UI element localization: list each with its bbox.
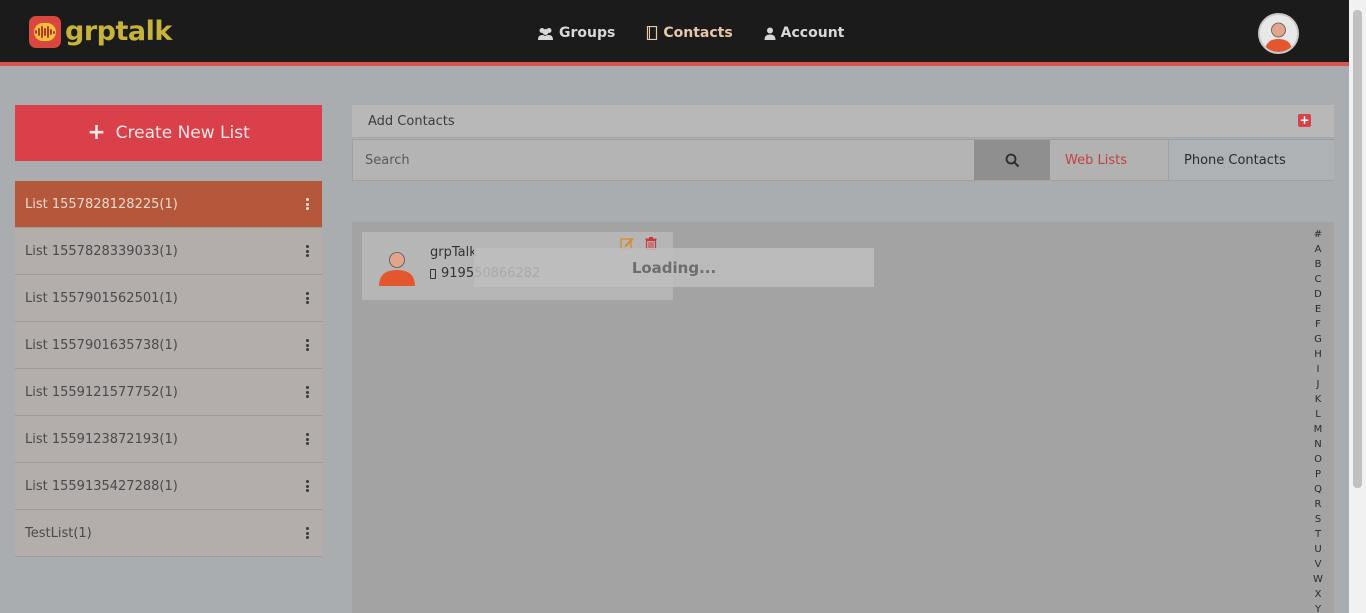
alpha-letter[interactable]: S (1315, 512, 1321, 527)
web-lists-sidebar: List 1557828128225(1) List 1557828339033… (15, 181, 322, 557)
page-scrollbar[interactable] (1349, 0, 1366, 613)
alpha-letter[interactable]: B (1315, 257, 1322, 272)
nav-groups[interactable]: Groups (537, 23, 615, 43)
scrollbar-thumb[interactable] (1353, 10, 1362, 488)
alpha-letter[interactable]: R (1315, 497, 1322, 512)
kebab-menu-icon[interactable] (306, 527, 309, 539)
kebab-menu-icon[interactable] (306, 386, 309, 398)
kebab-menu-icon[interactable] (306, 198, 309, 210)
alpha-letter[interactable]: E (1315, 302, 1321, 317)
add-contacts-title: Add Contacts (368, 114, 455, 129)
kebab-menu-icon[interactable] (306, 245, 309, 257)
alpha-letter[interactable]: Q (1314, 482, 1322, 497)
list-item-label: List 1559123872193(1) (25, 431, 178, 447)
alpha-letter[interactable]: M (1314, 422, 1323, 437)
alpha-letter[interactable]: Y (1315, 602, 1321, 613)
contact-avatar (377, 246, 417, 286)
list-item-label: TestList(1) (25, 525, 92, 541)
list-item-label: List 1557901635738(1) (25, 337, 178, 353)
loading-overlay: Loading... (474, 248, 874, 287)
alpha-letter[interactable]: L (1315, 407, 1321, 422)
profile-avatar[interactable] (1258, 13, 1299, 54)
alpha-letter[interactable]: P (1315, 467, 1321, 482)
alpha-letter[interactable]: F (1315, 317, 1321, 332)
users-icon (538, 27, 553, 40)
list-item[interactable]: List 1557828339033(1) (15, 228, 322, 275)
search-button[interactable] (974, 140, 1050, 180)
alpha-letter[interactable]: D (1314, 287, 1322, 302)
main-nav: Groups Contacts Account (537, 23, 875, 43)
plus-icon: + (87, 120, 106, 145)
alpha-letter[interactable]: J (1317, 377, 1320, 392)
kebab-menu-icon[interactable] (306, 480, 309, 492)
kebab-menu-icon[interactable] (306, 292, 309, 304)
list-item[interactable]: List 1557901635738(1) (15, 322, 322, 369)
nav-contacts[interactable]: Contacts (646, 23, 733, 43)
top-navbar: grptalk Groups Contacts Account (0, 0, 1349, 66)
list-item[interactable]: List 1559123872193(1) (15, 416, 322, 463)
alpha-letter[interactable]: U (1314, 542, 1321, 557)
tab-phone-contacts[interactable]: Phone Contacts (1168, 140, 1334, 180)
logo-text: grptalk (65, 16, 172, 47)
search-input[interactable] (353, 140, 974, 180)
nav-groups-label: Groups (559, 25, 616, 41)
alpha-letter[interactable]: C (1315, 272, 1322, 287)
kebab-menu-icon[interactable] (306, 433, 309, 445)
tab-phone-contacts-label: Phone Contacts (1184, 152, 1286, 168)
alpha-letter[interactable]: V (1315, 557, 1322, 572)
alpha-letter[interactable]: N (1314, 437, 1321, 452)
list-item-label: List 1557901562501(1) (25, 290, 178, 306)
address-book-icon (647, 26, 658, 40)
alpha-letter[interactable]: W (1313, 572, 1323, 587)
mobile-phone-icon (430, 268, 436, 279)
user-avatar-icon (1265, 22, 1292, 52)
search-icon (1005, 153, 1019, 167)
alpha-letter[interactable]: O (1314, 452, 1322, 467)
alpha-letter[interactable]: # (1314, 227, 1322, 242)
nav-contacts-label: Contacts (663, 25, 733, 41)
list-item[interactable]: List 1559121577752(1) (15, 369, 322, 416)
list-item-label: List 1557828128225(1) (25, 196, 178, 212)
nav-account[interactable]: Account (764, 23, 845, 43)
alpha-letter[interactable]: G (1314, 332, 1322, 347)
list-item[interactable]: List 1559135427288(1) (15, 463, 322, 510)
list-item-label: List 1559121577752(1) (25, 384, 178, 400)
add-contact-plus-icon[interactable]: + (1298, 114, 1311, 127)
nav-account-label: Account (780, 25, 845, 41)
alpha-letter[interactable]: H (1314, 347, 1322, 362)
logo-icon (29, 16, 61, 48)
contact-name: grpTalk (430, 245, 477, 260)
user-icon (764, 27, 776, 40)
list-item[interactable]: TestList(1) (15, 510, 322, 557)
list-item[interactable]: List 1557901562501(1) (15, 275, 322, 322)
alpha-letter[interactable]: X (1315, 587, 1322, 602)
search-row: Web Lists Phone Contacts (352, 139, 1334, 181)
list-item-label: List 1559135427288(1) (25, 478, 178, 494)
alpha-letter[interactable]: I (1317, 362, 1320, 377)
person-icon (379, 252, 415, 286)
alpha-letter[interactable]: A (1315, 242, 1322, 257)
create-new-list-label: Create New List (115, 123, 250, 143)
grptalk-logo[interactable]: grptalk (29, 16, 172, 48)
alpha-letter[interactable]: K (1315, 392, 1322, 407)
add-contacts-bar: Add Contacts + (352, 105, 1334, 138)
list-item-label: List 1557828339033(1) (25, 243, 178, 259)
create-new-list-button[interactable]: + Create New List (15, 105, 322, 161)
kebab-menu-icon[interactable] (306, 339, 309, 351)
alphabet-index: # A B C D E F G H I J K L M N O P Q R S … (1311, 227, 1325, 613)
list-item[interactable]: List 1557828128225(1) (15, 181, 322, 228)
alpha-letter[interactable]: T (1315, 527, 1321, 542)
tab-web-lists-label: Web Lists (1065, 152, 1127, 168)
tab-web-lists[interactable]: Web Lists (1050, 140, 1168, 180)
